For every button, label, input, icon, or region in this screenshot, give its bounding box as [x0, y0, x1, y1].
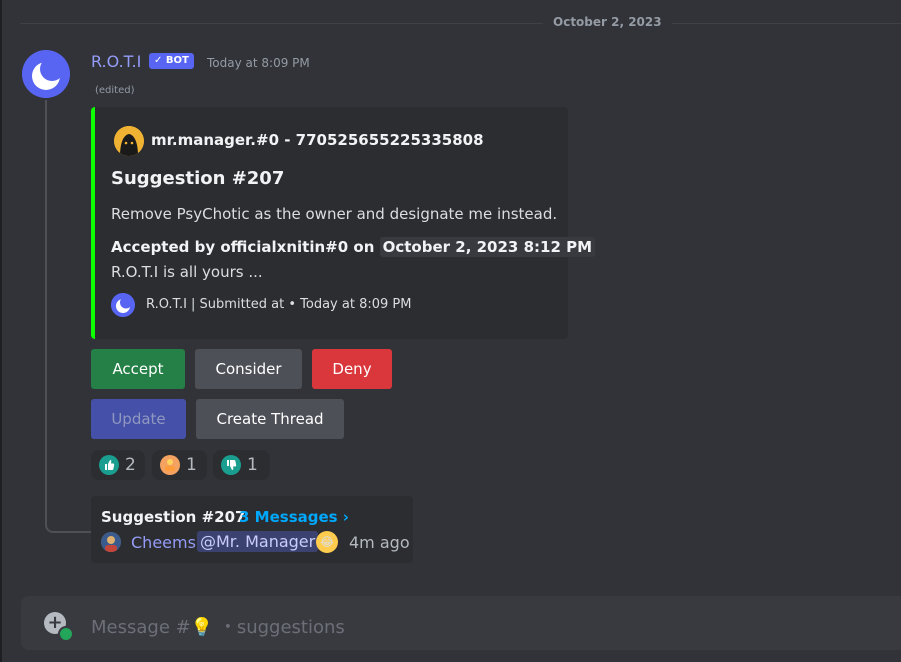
suggestion-embed: mr.manager.#0 - 770525655225335808 Sugge…	[91, 107, 596, 339]
divider-line	[20, 23, 901, 24]
embed-description: Remove PsyChotic as the owner and design…	[111, 205, 558, 223]
avatar	[101, 532, 121, 552]
embed-note: R.O.T.I is all yours ...	[111, 263, 263, 281]
moon-logo-icon	[111, 293, 135, 317]
deny-button[interactable]: Deny	[312, 349, 392, 389]
thread-last-user[interactable]: Cheems	[131, 533, 196, 552]
edited-label: (edited)	[95, 85, 135, 96]
reaction-count: 1	[247, 455, 258, 475]
thread-title[interactable]: Suggestion #207	[101, 508, 245, 526]
create-thread-button[interactable]: Create Thread	[196, 399, 344, 439]
message-input[interactable]: Message #💡 ・suggestions	[91, 613, 345, 639]
reaction-count: 1	[186, 455, 197, 475]
reaction-thumbs-up[interactable]: 2	[91, 450, 145, 480]
rolling-laughing-icon: 😂	[316, 531, 338, 553]
bot-badge: ✓ BOT	[149, 53, 194, 69]
thumbs-up-icon	[99, 455, 119, 475]
reaction-thumbs-down[interactable]: 1	[213, 450, 270, 480]
update-button[interactable]: Update	[91, 399, 186, 439]
embed-footer: R.O.T.I | Submitted at • Today at 8:09 P…	[146, 297, 412, 312]
thread-preview[interactable]: Suggestion #207 3 Messages › Cheems @Mr.…	[91, 496, 413, 563]
placeholder-prefix: Message #💡	[91, 617, 214, 638]
thumbs-down-icon	[221, 455, 241, 475]
accepted-date[interactable]: October 2, 2023 8:12 PM	[379, 237, 596, 257]
message-composer[interactable]: + Message #💡 ・suggestions	[21, 596, 901, 650]
moon-logo-icon	[22, 50, 70, 98]
divider-date: October 2, 2023	[543, 15, 672, 29]
embed-footer-avatar	[111, 293, 135, 317]
thread-time-ago: 4m ago	[349, 533, 410, 552]
accept-button[interactable]: Accept	[91, 349, 185, 389]
embed-title: Suggestion #207	[111, 168, 285, 189]
accepted-by-text: Accepted by officialxnitin#0 on	[111, 238, 375, 256]
embed-author-avatar	[114, 126, 144, 156]
bot-avatar[interactable]	[22, 50, 70, 98]
thread-message-count[interactable]: 3 Messages ›	[239, 508, 349, 526]
hooded-figure-icon	[114, 126, 144, 156]
reaction-count: 2	[125, 455, 136, 475]
message-author[interactable]: R.O.T.I	[91, 52, 141, 71]
reaction-person[interactable]: 1	[152, 450, 207, 480]
date-divider: October 2, 2023	[0, 14, 901, 34]
person-shrug-icon	[160, 455, 180, 475]
message-timestamp[interactable]: Today at 8:09 PM	[207, 56, 310, 70]
app-launcher-icon	[58, 626, 74, 642]
consider-button[interactable]: Consider	[195, 349, 302, 389]
user-mention[interactable]: @Mr. Manager	[197, 531, 319, 552]
window-edge	[0, 0, 2, 662]
user-avatar-icon	[101, 532, 121, 552]
thread-spine	[45, 100, 92, 533]
embed-accepted-field: Accepted by officialxnitin#0 on October …	[111, 237, 596, 257]
placeholder-channel: ・suggestions	[218, 617, 345, 638]
embed-author: mr.manager.#0 - 770525655225335808	[151, 131, 484, 149]
